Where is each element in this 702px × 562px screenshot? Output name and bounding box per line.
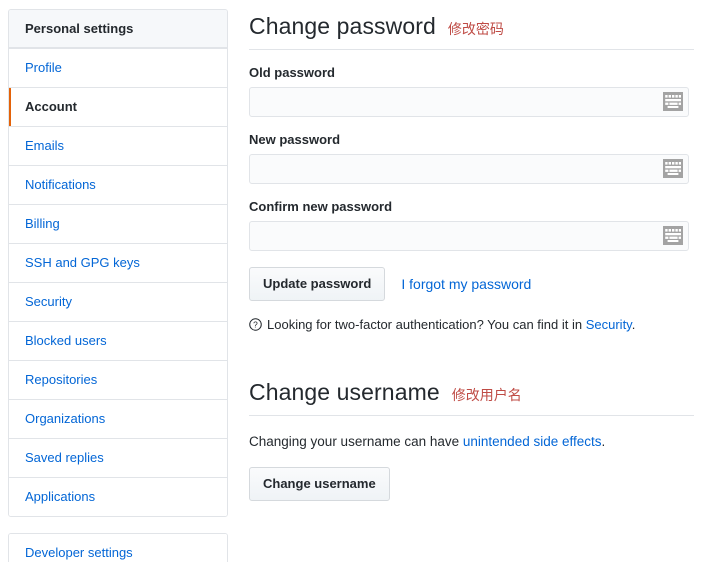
- page-title: Change password: [249, 13, 436, 39]
- sidebar-item-saved-replies[interactable]: Saved replies: [9, 438, 227, 477]
- confirm-new-password-field-wrap: [249, 221, 689, 251]
- main-content: Change password 修改密码 Old password New pa…: [249, 0, 694, 501]
- sidebar-header: Personal settings: [9, 10, 227, 48]
- sidebar-item-label: Notifications: [25, 177, 96, 192]
- change-username-heading: Change username 修改用户名: [249, 366, 694, 416]
- settings-page: Personal settings Profile Account Emails…: [0, 0, 702, 562]
- svg-text:?: ?: [253, 320, 258, 330]
- sidebar-item-label: Saved replies: [25, 450, 104, 465]
- note-text-before: Looking for two-factor authentication? Y…: [267, 317, 586, 332]
- description-after: .: [601, 434, 606, 449]
- username-actions-row: Change username: [249, 467, 694, 501]
- sidebar-item-label: Security: [25, 294, 72, 309]
- keyboard-ime-icon[interactable]: [663, 226, 683, 245]
- sidebar-item-label: Profile: [25, 60, 62, 75]
- sidebar-item-label: Account: [25, 99, 77, 114]
- update-password-button[interactable]: Update password: [249, 267, 386, 301]
- old-password-field-wrap: [249, 87, 689, 117]
- new-password-field-wrap: [249, 154, 689, 184]
- sidebar-item-repositories[interactable]: Repositories: [9, 360, 227, 399]
- sidebar-item-ssh-and-gpg-keys[interactable]: SSH and GPG keys: [9, 243, 227, 282]
- keyboard-ime-icon[interactable]: [663, 92, 683, 111]
- new-password-label: New password: [249, 132, 341, 147]
- sidebar-item-label: SSH and GPG keys: [25, 255, 140, 270]
- change-password-section: Change password 修改密码 Old password New pa…: [249, 0, 694, 333]
- sidebar-item-label: Developer settings: [25, 545, 133, 560]
- sidebar-item-label: Repositories: [25, 372, 98, 387]
- sidebar-item-label: Organizations: [25, 411, 106, 426]
- sidebar-item-label: Blocked users: [25, 333, 107, 348]
- old-password-label: Old password: [249, 65, 335, 80]
- sidebar-main-card: Personal settings Profile Account Emails…: [8, 9, 228, 517]
- personal-settings-sidebar: Personal settings Profile Account Emails…: [8, 9, 228, 562]
- sidebar-item-blocked-users[interactable]: Blocked users: [9, 321, 227, 360]
- change-username-button[interactable]: Change username: [249, 467, 390, 501]
- new-password-input[interactable]: [249, 154, 689, 184]
- sidebar-item-developer-settings[interactable]: Developer settings: [9, 534, 227, 562]
- note-text-after: .: [631, 317, 636, 332]
- title-annotation-cn: 修改用户名: [451, 387, 522, 403]
- sidebar-developer-card: Developer settings: [8, 533, 228, 562]
- sidebar-item-label: Applications: [25, 489, 96, 504]
- sidebar-item-security[interactable]: Security: [9, 282, 227, 321]
- two-factor-note: ? Looking for two-factor authentication?…: [249, 316, 694, 333]
- sidebar-item-label: Billing: [25, 216, 60, 231]
- sidebar-item-notifications[interactable]: Notifications: [9, 165, 227, 204]
- sidebar-item-billing[interactable]: Billing: [9, 204, 227, 243]
- password-actions-row: Update password I forgot my password: [249, 267, 694, 301]
- change-username-section: Change username 修改用户名 Changing your user…: [249, 366, 694, 501]
- title-annotation-cn: 修改密码: [447, 21, 504, 37]
- question-circle-icon: ?: [249, 318, 262, 331]
- sidebar-item-organizations[interactable]: Organizations: [9, 399, 227, 438]
- confirm-new-password-input[interactable]: [249, 221, 689, 251]
- old-password-input[interactable]: [249, 87, 689, 117]
- sidebar-item-account[interactable]: Account: [9, 87, 227, 126]
- sidebar-item-applications[interactable]: Applications: [9, 477, 227, 516]
- unintended-side-effects-link[interactable]: unintended side effects: [463, 434, 602, 449]
- sidebar-item-profile[interactable]: Profile: [9, 48, 227, 87]
- description-before: Changing your username can have: [249, 434, 463, 449]
- sidebar-item-emails[interactable]: Emails: [9, 126, 227, 165]
- sidebar-item-label: Emails: [25, 138, 65, 153]
- confirm-new-password-label: Confirm new password: [249, 199, 393, 214]
- keyboard-ime-icon[interactable]: [663, 159, 683, 178]
- security-link[interactable]: Security: [586, 317, 632, 332]
- section-title: Change username: [249, 379, 440, 405]
- change-password-heading: Change password 修改密码: [249, 0, 694, 50]
- forgot-password-link[interactable]: I forgot my password: [401, 276, 531, 292]
- username-description: Changing your username can have unintend…: [249, 433, 694, 451]
- two-factor-note-text: Looking for two-factor authentication? Y…: [267, 316, 635, 333]
